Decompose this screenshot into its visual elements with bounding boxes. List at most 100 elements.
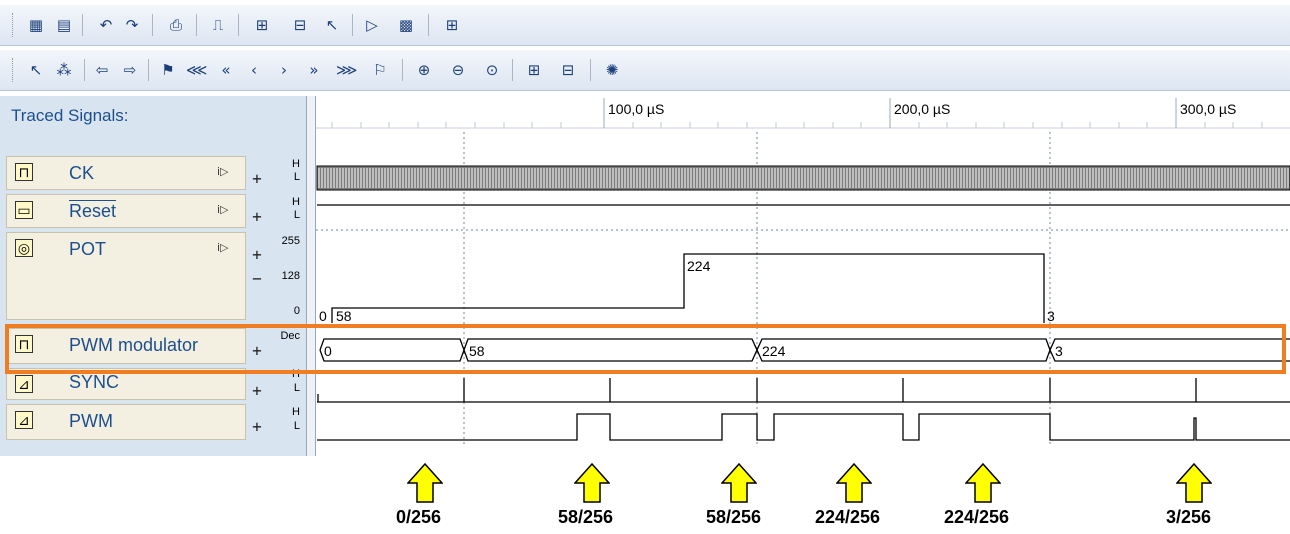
edge-icon[interactable]: ⎍: [208, 15, 228, 35]
toolbar-separator: [428, 14, 429, 36]
fast-forward-icon[interactable]: »: [304, 60, 324, 80]
grid-icon[interactable]: ⊞: [442, 15, 462, 35]
forward-icon[interactable]: ›: [274, 60, 294, 80]
pot-value: 0: [319, 308, 327, 324]
signal-name: Reset: [69, 201, 117, 221]
expand-icon[interactable]: +: [250, 383, 264, 399]
toolbar-separator: [238, 14, 239, 36]
toolbar-grip[interactable]: [12, 13, 15, 37]
signal-row-pwm[interactable]: ⊿ PWM: [6, 404, 246, 440]
scale-high: H: [292, 158, 300, 170]
probe-play-icon[interactable]: i▷: [217, 241, 229, 254]
scale-low: L: [293, 382, 300, 394]
ck-waveform: [316, 165, 1290, 191]
stop-icon[interactable]: ▩: [396, 15, 416, 35]
toolbar-separator: [352, 14, 353, 36]
toolbar-separator: [402, 59, 403, 81]
add-probe-icon[interactable]: ⊞: [524, 60, 544, 80]
pot-value: 58: [336, 308, 352, 324]
signal-name: SYNC: [69, 372, 120, 392]
next-marker-icon[interactable]: ⇨: [120, 60, 140, 80]
remove-probe-icon[interactable]: ⊟: [558, 60, 578, 80]
select-icon[interactable]: ↖: [26, 60, 46, 80]
print-icon[interactable]: ⎙: [166, 15, 186, 35]
toolbar-top: ▦ ▤ ↶ ↷ ⎙ ⎍ ⊞ ⊟ ↖ ▷ ▩ ⊞: [0, 5, 1290, 46]
report-icon[interactable]: ▤: [54, 15, 74, 35]
expand-icon[interactable]: +: [250, 209, 264, 225]
toolbar-separator: [82, 14, 83, 36]
signal-name: CK: [69, 163, 95, 183]
toolbar-separator: [148, 59, 149, 81]
arrow-icon: [407, 463, 443, 503]
play-icon[interactable]: ▷: [362, 15, 382, 35]
arrow-icon: [836, 463, 872, 503]
cursor-icon[interactable]: ↖: [322, 15, 342, 35]
arrow-icon: [1176, 463, 1212, 503]
clock-signal-icon: ⊓: [15, 163, 33, 181]
zoom-fit-icon[interactable]: ⊙: [482, 60, 502, 80]
sync-waveform: [317, 378, 1290, 403]
sync-signal-icon: ⊿: [15, 375, 33, 393]
settings-icon[interactable]: ✺: [602, 60, 622, 80]
ruler-label: 300,0 µS: [1180, 101, 1236, 117]
duty-annotation: 3/256: [1166, 507, 1212, 527]
signal-name: PWM: [69, 411, 113, 431]
redo-icon[interactable]: ↷: [122, 15, 142, 35]
time-ruler: 100,0 µS 200,0 µS 300,0 µS: [316, 98, 1290, 129]
zoom-in-icon[interactable]: ⊕: [414, 60, 434, 80]
bookmark-end-icon[interactable]: ⚐: [370, 60, 390, 80]
signal-row-ck[interactable]: ⊓ CK i▷: [6, 156, 246, 190]
duty-annotation: 224/256: [815, 507, 881, 527]
prev-marker-icon[interactable]: ⇦: [92, 60, 112, 80]
bookmark-icon[interactable]: ⚑: [158, 60, 178, 80]
scale-low: L: [293, 171, 300, 183]
first-icon[interactable]: ⋘: [186, 60, 207, 80]
duty-annotation: 58/256: [558, 507, 614, 527]
expand-icon[interactable]: +: [250, 419, 264, 435]
arrow-icon: [721, 463, 757, 503]
ruler-label: 200,0 µS: [894, 101, 950, 117]
signal-row-reset[interactable]: ▭ Reset i▷: [6, 194, 246, 228]
panel-splitter[interactable]: [306, 96, 316, 456]
group-icon[interactable]: ⊟: [290, 15, 310, 35]
signal-list-panel: Traced Signals: ⊓ CK i▷ + H L ▭ Reset i▷…: [0, 96, 306, 456]
probe-play-icon[interactable]: i▷: [217, 165, 229, 178]
undo-icon[interactable]: ↶: [96, 15, 116, 35]
last-icon[interactable]: ⋙: [336, 60, 357, 80]
scale-high: H: [292, 196, 300, 208]
scale-low: L: [293, 420, 300, 432]
ruler-label: 100,0 µS: [608, 101, 664, 117]
panel-title: Traced Signals:: [11, 106, 129, 125]
arrow-icon: [965, 463, 1001, 503]
toggle-probes-icon[interactable]: ▦: [26, 15, 46, 35]
waveform-view[interactable]: 100,0 µS 200,0 µS 300,0 µS 0 58 224 3 0 …: [316, 96, 1290, 456]
potentiometer-icon: ◎: [15, 239, 33, 257]
zoom-out-icon[interactable]: ⊖: [448, 60, 468, 80]
scale-high: H: [292, 406, 300, 418]
reset-signal-icon: ▭: [15, 201, 33, 219]
toolbar-grip[interactable]: [12, 58, 15, 82]
split-icon[interactable]: ⊞: [252, 15, 272, 35]
filter-icon[interactable]: ⁂: [54, 60, 74, 80]
arrow-icon: [574, 463, 610, 503]
expand-icon[interactable]: +: [250, 247, 264, 263]
toolbar-separator: [84, 59, 85, 81]
signal-row-pot[interactable]: ◎ POT i▷: [6, 232, 246, 320]
duty-annotation: 58/256: [706, 507, 762, 527]
duty-annotation: 0/256: [396, 507, 442, 527]
pwm-signal-icon: ⊿: [15, 411, 33, 429]
collapse-icon[interactable]: −: [250, 271, 264, 287]
back-icon[interactable]: ‹: [244, 60, 264, 80]
fast-back-icon[interactable]: «: [216, 60, 236, 80]
trace-window: Traced Signals: ⊓ CK i▷ + H L ▭ Reset i▷…: [0, 96, 1290, 456]
toolbar-separator: [152, 14, 153, 36]
probe-play-icon[interactable]: i▷: [217, 203, 229, 216]
scale-mid: 128: [281, 270, 300, 282]
signal-name: POT: [69, 239, 107, 259]
pot-value: 224: [687, 258, 711, 274]
duty-annotation: 224/256: [944, 507, 1010, 527]
toolbar-navigation: ↖ ⁂ ⇦ ⇨ ⚑ ⋘ « ‹ › » ⋙ ⚐ ⊕ ⊖ ⊙ ⊞ ⊟ ✺: [0, 50, 1290, 91]
pwm-modulator-highlight: [5, 324, 1286, 374]
expand-icon[interactable]: +: [250, 171, 264, 187]
toolbar-separator: [196, 14, 197, 36]
